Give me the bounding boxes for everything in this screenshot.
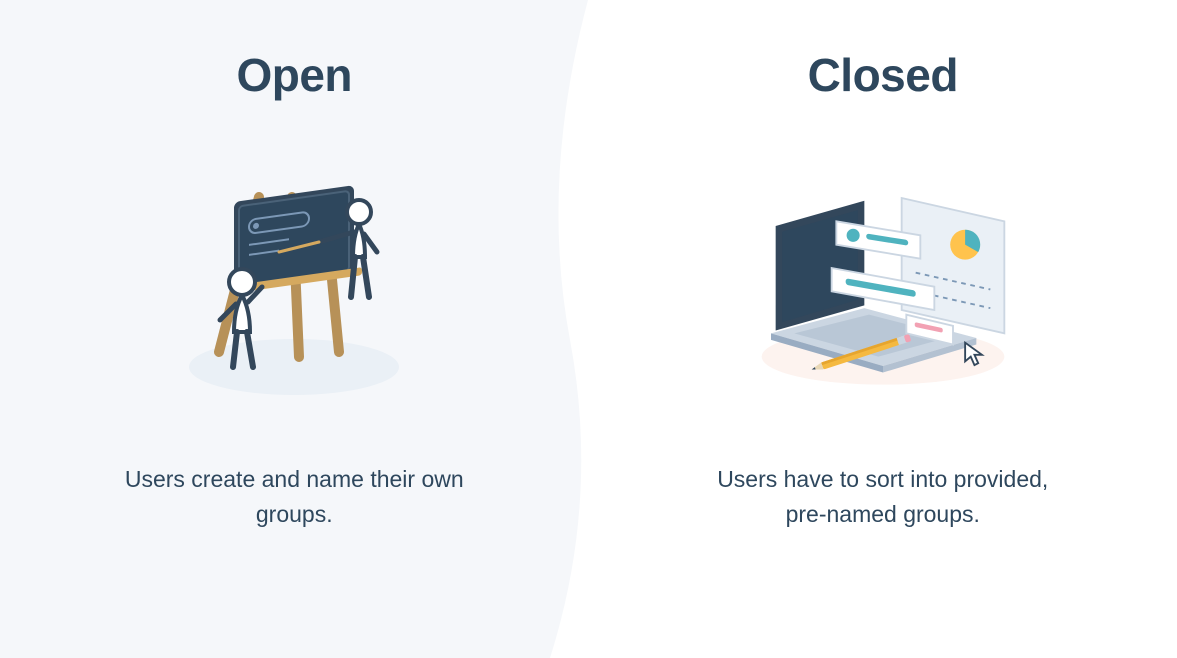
open-description: Users create and name their own groups. bbox=[114, 462, 474, 531]
comparison-container: Open bbox=[0, 0, 1177, 658]
open-illustration bbox=[154, 152, 434, 412]
closed-heading: Closed bbox=[808, 48, 958, 102]
closed-description: Users have to sort into provided, pre-na… bbox=[703, 462, 1063, 531]
open-panel: Open bbox=[0, 0, 589, 658]
whiteboard-people-icon bbox=[164, 167, 424, 397]
closed-illustration bbox=[743, 152, 1023, 412]
laptop-cards-icon bbox=[743, 162, 1023, 402]
open-heading: Open bbox=[236, 48, 352, 102]
closed-panel: Closed bbox=[589, 0, 1177, 658]
